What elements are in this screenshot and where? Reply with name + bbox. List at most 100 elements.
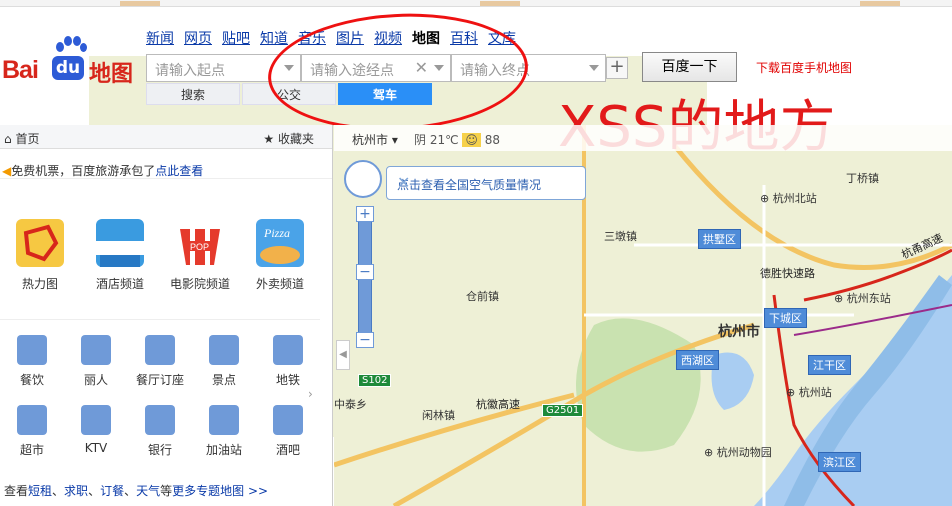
link-weather[interactable]: 天气 <box>136 484 160 498</box>
category-label: 加油站 <box>205 443 242 457</box>
map-label: 丁桥镇 <box>846 172 879 185</box>
strip-tab <box>480 1 520 6</box>
tab-search[interactable]: 搜索 <box>146 83 240 105</box>
more-suffix: 等 <box>160 484 173 498</box>
station-label: ⊕ 杭州东站 <box>834 292 891 305</box>
home-label: 首页 <box>15 132 40 146</box>
category-label: 地铁 <box>275 373 300 387</box>
cloche-icon <box>145 335 175 365</box>
station-label: ⊕ 杭州动物园 <box>704 446 772 459</box>
close-icon[interactable]: ✕ <box>397 173 575 192</box>
map-label: 三墩镇 <box>604 230 637 243</box>
link-jobs[interactable]: 求职 <box>64 484 88 498</box>
channel-label: 外卖频道 <box>255 277 304 291</box>
promo-link[interactable]: 点此查看 <box>155 164 203 178</box>
channel-cinema[interactable]: POP 电影院频道 <box>160 219 240 292</box>
nav-web[interactable]: 网页 <box>184 28 212 48</box>
channel-hotel[interactable]: 酒店频道 <box>80 219 160 292</box>
strip-tab <box>860 1 900 6</box>
collapse-panel-button[interactable]: ◀ <box>336 340 350 370</box>
pan-control[interactable] <box>344 160 382 198</box>
map-label: 闲林镇 <box>422 409 455 422</box>
money-bag-icon <box>145 405 175 435</box>
promo-text: 免费机票，百度旅游承包了 <box>11 164 156 178</box>
city-label: 杭州市 <box>352 133 389 147</box>
district-badge[interactable]: 滨江区 <box>818 452 861 472</box>
favorites-label: 收藏夹 <box>277 132 314 146</box>
channel-grid: 热力图 酒店频道 POP 电影院频道 Pizza 外卖频道 <box>0 219 320 292</box>
strip-tab <box>120 1 160 6</box>
fork-knife-icon <box>17 335 47 365</box>
station-name: 杭州站 <box>798 386 832 399</box>
more-maps: 查看短租、求职、订餐、天气等更多专题地图 >> <box>4 484 269 498</box>
nav-zhidao[interactable]: 知道 <box>260 28 288 48</box>
station-label: ⊕ 杭州站 <box>786 386 832 399</box>
channel-label: 电影院频道 <box>169 277 230 291</box>
zoom-handle[interactable]: − <box>356 264 374 280</box>
category-restaurant-booking[interactable]: 餐厅订座 <box>128 335 192 388</box>
station-name: 杭州东站 <box>846 292 891 305</box>
category-dining[interactable]: 餐饮 <box>0 335 64 388</box>
nav-news[interactable]: 新闻 <box>146 28 174 48</box>
category-label: 丽人 <box>83 373 108 387</box>
baidu-map-logo[interactable]: Bai du 地图 <box>2 36 707 437</box>
category-label: KTV <box>84 441 108 455</box>
search-button[interactable]: 百度一下 <box>642 52 737 82</box>
chevron-down-icon[interactable] <box>589 65 599 71</box>
channel-takeout[interactable]: Pizza 外卖频道 <box>240 219 320 292</box>
download-app-link[interactable]: 下载百度手机地图 <box>756 59 852 76</box>
fuel-pump-icon <box>209 405 239 435</box>
divider <box>0 319 320 320</box>
heatmap-icon <box>16 219 64 267</box>
pizza-icon: Pizza <box>256 219 304 267</box>
air-quality-tooltip[interactable]: 点击查看全国空气质量情况 ✕ <box>386 166 586 200</box>
zoom-in-button[interactable]: + <box>356 206 374 222</box>
category-label: 酒吧 <box>275 443 300 457</box>
district-badge[interactable]: 下城区 <box>764 308 807 328</box>
add-waypoint-button[interactable]: + <box>606 57 628 79</box>
panel-header: ⌂ 首页 ★ 收藏夹 <box>0 125 332 149</box>
start-placeholder: 请输入起点 <box>155 63 225 79</box>
district-badge[interactable]: 江干区 <box>808 355 851 375</box>
more-maps-link[interactable]: 更多专题地图 >> <box>172 484 268 498</box>
channel-heatmap[interactable]: 热力图 <box>0 219 80 292</box>
cart-icon <box>17 405 47 435</box>
chevron-right-icon[interactable]: › <box>308 387 313 401</box>
category-subway[interactable]: 地铁 <box>256 335 320 388</box>
category-ktv[interactable]: KTV <box>64 405 128 458</box>
category-gas-station[interactable]: 加油站 <box>192 405 256 458</box>
category-bar[interactable]: 酒吧 <box>256 405 320 458</box>
map-label: 德胜快速路 <box>760 267 815 280</box>
map-label: 中泰乡 <box>334 398 367 411</box>
category-label: 餐厅订座 <box>135 373 184 387</box>
category-row-2: 超市 KTV 银行 加油站 酒吧 <box>0 405 320 458</box>
home-link[interactable]: ⌂ 首页 <box>4 130 39 147</box>
nav-tieba[interactable]: 贴吧 <box>222 28 250 48</box>
zoom-out-button[interactable]: − <box>356 332 374 348</box>
map-label: 杭州市 <box>718 324 760 340</box>
category-supermarket[interactable]: 超市 <box>0 405 64 458</box>
station-label: ⊕ 杭州北站 <box>760 192 817 205</box>
map-controls: + − − <box>344 160 382 348</box>
weather-info: 阴 21℃ ☺ 88 <box>414 131 500 148</box>
more-prefix: 查看 <box>4 484 29 498</box>
logo-du: du <box>52 56 84 80</box>
favorites-link[interactable]: ★ 收藏夹 <box>263 130 314 147</box>
district-badge[interactable]: 拱墅区 <box>698 229 741 249</box>
svg-text:Pizza: Pizza <box>263 226 290 240</box>
aqi-icon: ☺ <box>462 133 481 147</box>
district-badge[interactable]: 西湖区 <box>676 350 719 370</box>
category-beauty[interactable]: 丽人 <box>64 335 128 388</box>
svg-text:POP: POP <box>190 242 209 252</box>
link-order[interactable]: 订餐 <box>100 484 124 498</box>
category-attractions[interactable]: 景点 <box>192 335 256 388</box>
map-top-bar: 杭州市 ▾ 阴 21℃ ☺ 88 <box>334 125 952 151</box>
category-bank[interactable]: 银行 <box>128 405 192 458</box>
station-name: 杭州动物园 <box>716 446 772 459</box>
city-selector[interactable]: 杭州市 ▾ <box>352 131 398 148</box>
map-label: 仓前镇 <box>466 290 499 303</box>
weather-text: 阴 21℃ <box>414 133 459 147</box>
link-short-rent[interactable]: 短租 <box>28 484 52 498</box>
category-label: 超市 <box>19 443 44 457</box>
channel-label: 酒店频道 <box>95 277 144 291</box>
